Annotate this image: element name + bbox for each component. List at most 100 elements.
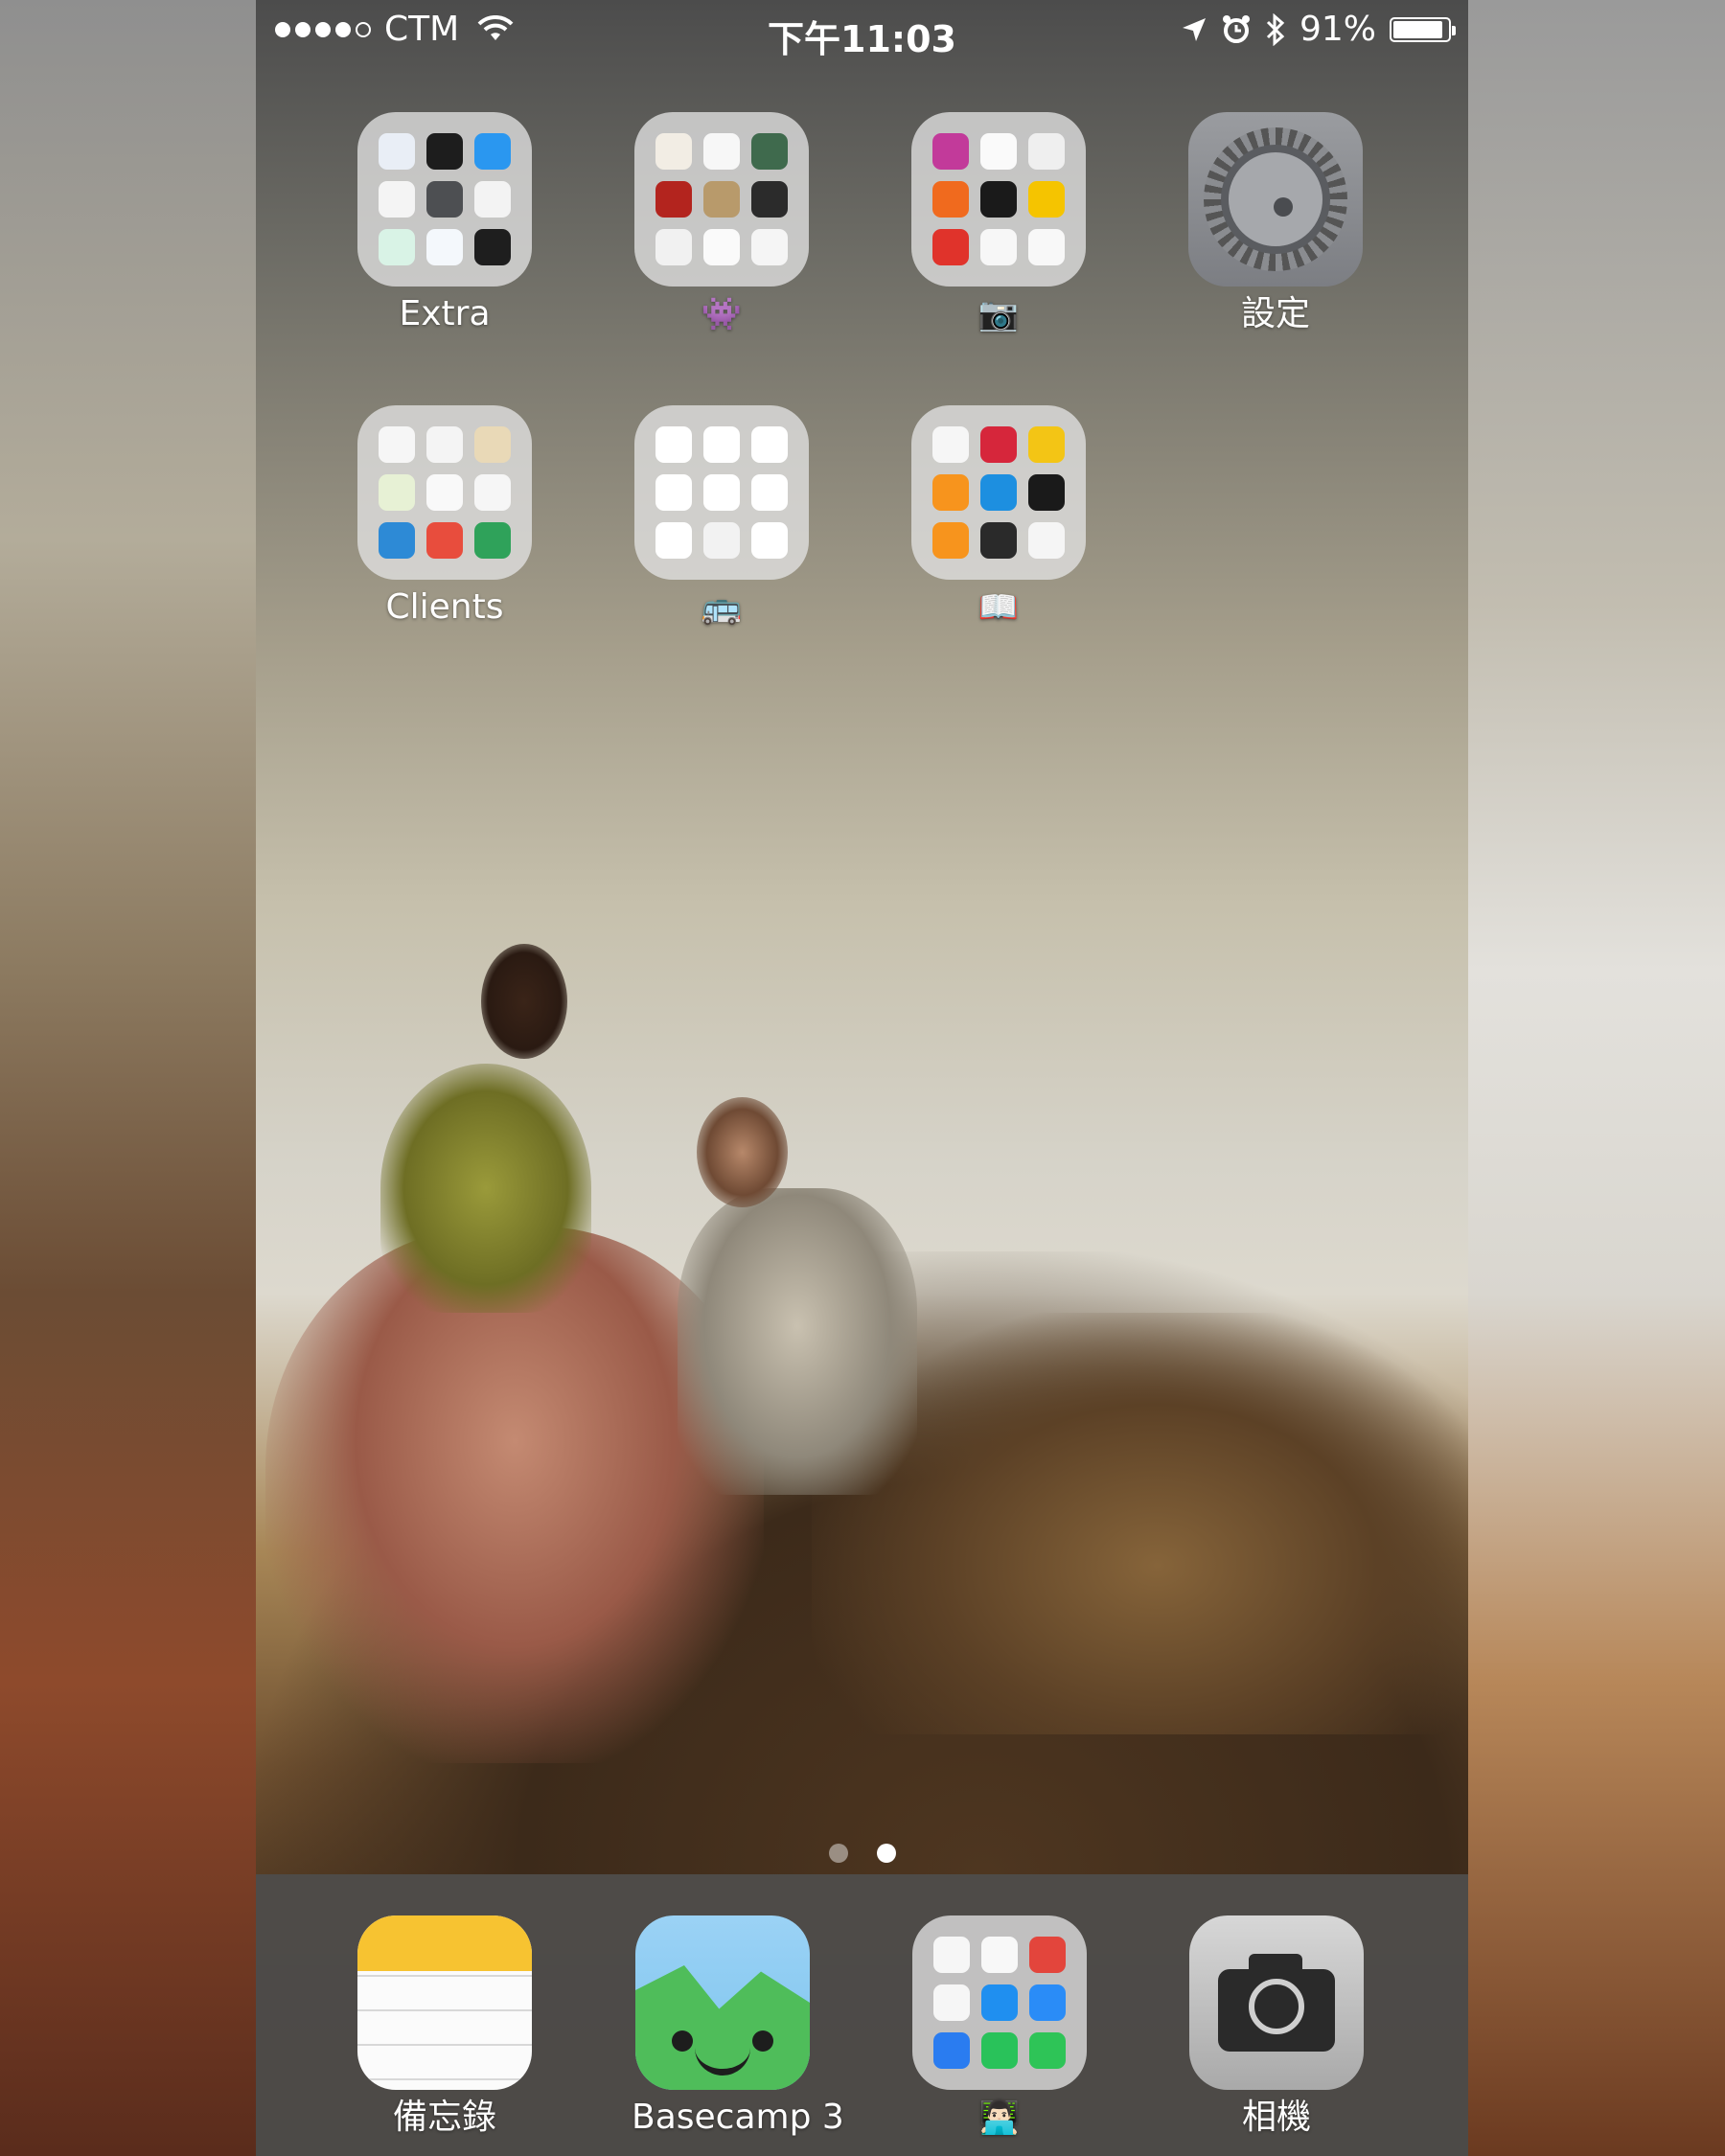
folder-photo[interactable]: 📷 (908, 112, 1090, 336)
folder-mini-app-icon (656, 133, 692, 170)
folder-mini-app-icon (426, 426, 463, 463)
folder-mini-app-icon (1029, 1937, 1066, 1973)
folder-mini-app-icon (474, 474, 511, 511)
app-label: 🚌 (701, 588, 743, 627)
folder-mini-app-icon (1028, 522, 1065, 559)
folder-icon (912, 1915, 1087, 2090)
folder-mini-app-icon (379, 133, 415, 170)
notes-icon (357, 1915, 532, 2090)
folder-mini-app-icon (980, 474, 1017, 511)
folder-mini-app-icon (980, 426, 1017, 463)
wallpaper-bodice (380, 1064, 591, 1313)
app-label: 備忘錄 (392, 2098, 496, 2137)
folder-mini-app-icon (703, 133, 740, 170)
folder-mini-app-icon (474, 229, 511, 265)
folder-mini-app-icon (932, 229, 969, 265)
basecamp-icon (635, 1915, 810, 2090)
folder-icon (634, 112, 809, 287)
wallpaper-man-head (697, 1097, 788, 1207)
folder-mini-app-icon (1028, 133, 1065, 170)
folder-mini-app-icon (980, 229, 1017, 265)
app-label: Clients (385, 587, 504, 627)
folder-mini-app-icon (1028, 181, 1065, 218)
folder-mini-app-icon (656, 474, 692, 511)
folder-mini-app-icon (933, 1937, 970, 1973)
folder-games[interactable]: 👾 (631, 112, 813, 336)
location-arrow-icon (1182, 17, 1206, 41)
folder-communication[interactable]: 👨🏻‍💻 (908, 1915, 1091, 2140)
app-notes[interactable]: 備忘錄 (354, 1915, 536, 2140)
alarm-icon (1222, 14, 1250, 43)
folder-mini-app-icon (1028, 426, 1065, 463)
folder-mini-app-icon (703, 229, 740, 265)
app-label: Extra (399, 294, 491, 333)
folder-mini-app-icon (751, 229, 788, 265)
folder-mini-app-icon (426, 229, 463, 265)
folder-mini-app-icon (980, 181, 1017, 218)
folder-mini-app-icon (426, 474, 463, 511)
folder-mini-app-icon (980, 133, 1017, 170)
folder-transport[interactable]: 🚌 (631, 405, 813, 630)
battery-icon (1390, 16, 1456, 42)
app-label: 📖 (978, 588, 1020, 627)
folder-mini-app-icon (932, 181, 969, 218)
app-label: 📷 (978, 295, 1020, 333)
folder-mini-app-icon (932, 522, 969, 559)
status-right: 91% (1181, 10, 1456, 49)
folder-mini-app-icon (426, 522, 463, 559)
wallpaper-woman-head (481, 944, 567, 1059)
folder-icon (911, 112, 1086, 287)
folder-mini-app-icon (933, 1984, 970, 2021)
folder-mini-app-icon (751, 522, 788, 559)
folder-mini-app-icon (1028, 229, 1065, 265)
app-settings[interactable]: 設定 (1184, 112, 1367, 336)
folder-icon (357, 405, 532, 580)
folder-mini-app-icon (981, 1984, 1018, 2021)
folder-mini-app-icon (932, 133, 969, 170)
folder-mini-app-icon (426, 181, 463, 218)
folder-mini-app-icon (474, 133, 511, 170)
folder-extra[interactable]: Extra (354, 112, 536, 336)
page-dot[interactable] (828, 1844, 848, 1863)
folder-mini-app-icon (703, 522, 740, 559)
folder-mini-app-icon (379, 229, 415, 265)
folder-mini-app-icon (933, 2032, 970, 2069)
battery-percent: 91% (1299, 10, 1376, 49)
folder-mini-app-icon (474, 522, 511, 559)
folder-mini-app-icon (1028, 474, 1065, 511)
app-basecamp[interactable]: Basecamp 3 (632, 1915, 844, 2140)
app-label: 設定 (1240, 294, 1310, 333)
folder-mini-app-icon (703, 181, 740, 218)
phone-screen: CTM 下午11:03 91% Extra 👾 📷 設定 Clients 🚌 📖… (256, 0, 1468, 2156)
folder-mini-app-icon (932, 426, 969, 463)
folder-mini-app-icon (379, 522, 415, 559)
folder-mini-app-icon (379, 181, 415, 218)
folder-mini-app-icon (474, 181, 511, 218)
folder-mini-app-icon (751, 426, 788, 463)
folder-mini-app-icon (703, 474, 740, 511)
page-indicator[interactable] (256, 1844, 1468, 1863)
wallpaper-suit (678, 1188, 917, 1495)
folder-mini-app-icon (656, 229, 692, 265)
page-dot-current[interactable] (876, 1844, 896, 1863)
folder-mini-app-icon (932, 474, 969, 511)
app-camera[interactable]: 相機 (1185, 1915, 1368, 2140)
app-label: 相機 (1241, 2098, 1311, 2137)
folder-reading[interactable]: 📖 (908, 405, 1090, 630)
camera-icon (1189, 1915, 1364, 2090)
folder-mini-app-icon (379, 474, 415, 511)
app-label: Basecamp 3 (632, 2098, 844, 2137)
folder-mini-app-icon (379, 426, 415, 463)
blurred-wallpaper-right (1468, 0, 1725, 2156)
folder-mini-app-icon (751, 181, 788, 218)
folder-mini-app-icon (703, 426, 740, 463)
settings-gear-icon (1188, 112, 1363, 287)
app-label: 👾 (701, 295, 743, 333)
folder-mini-app-icon (981, 1937, 1018, 1973)
dock: 備忘錄 Basecamp 3 👨🏻‍💻 相機 (256, 1874, 1468, 2156)
folder-mini-app-icon (426, 133, 463, 170)
status-bar: CTM 下午11:03 91% (256, 0, 1468, 61)
folder-clients[interactable]: Clients (354, 405, 536, 630)
blurred-wallpaper-left (0, 0, 256, 2156)
folder-mini-app-icon (656, 426, 692, 463)
